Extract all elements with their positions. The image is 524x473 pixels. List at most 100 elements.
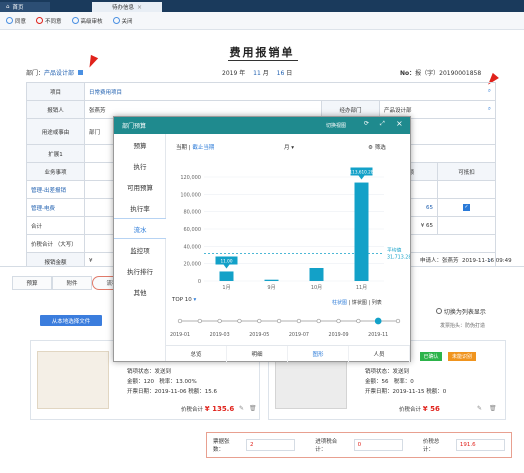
tab-overview[interactable]: 总览 <box>166 346 227 362</box>
bar <box>219 271 234 281</box>
average-value: 31,713.28 <box>387 255 410 261</box>
tab-attachments[interactable]: 附件 <box>52 276 92 290</box>
close-modal-icon[interactable]: × <box>396 119 403 128</box>
period-switch[interactable]: 当期 | 截止当期 <box>176 143 214 151</box>
timeline-label: 2019-05 <box>249 332 269 338</box>
switch-view-link[interactable]: 切换视图 <box>326 122 346 129</box>
close-tab-icon[interactable]: × <box>137 4 142 11</box>
modal-title: 部门预算 <box>122 123 147 130</box>
y-tick-label: 120,000 <box>180 175 201 181</box>
toolbar: 同意 不同意 高级审核 关闭 <box>0 12 524 30</box>
disagree-button[interactable]: 不同意 <box>36 17 62 25</box>
search-icon[interactable]: ⌕ <box>488 88 491 95</box>
agree-icon <box>6 17 13 24</box>
filter-icon: ⚙ <box>368 145 373 151</box>
project-label: 项目 <box>26 82 85 101</box>
timeline-label: 2019-09 <box>329 332 349 338</box>
timeline-node[interactable] <box>374 317 382 325</box>
side-execution[interactable]: 执行 <box>114 155 166 176</box>
expand-icon[interactable]: ⤢ <box>380 120 385 128</box>
invoice-thumbnail[interactable] <box>37 351 109 409</box>
side-ranking[interactable]: 执行排行 <box>114 260 166 281</box>
advanced-review-button[interactable]: 高级审核 <box>71 17 103 25</box>
close-button[interactable]: 关闭 <box>112 17 133 25</box>
edit-icon[interactable]: ✎ <box>239 405 244 412</box>
timeline-label: 2019-11 <box>368 332 388 338</box>
form-number: No：报（字）20190001858 <box>400 70 482 77</box>
timeline-slider[interactable]: 2019-01 2019-03 2019-05 2019-07 2019-09 2019-… <box>166 311 410 341</box>
x-tick-label: 9月 <box>267 285 275 291</box>
invoice-2-details: 销项状态：发送到 金额：56 税率：0 开票日期：2019-11-15 税额：0 <box>365 369 447 395</box>
project-field[interactable]: 日常费用项目 ⌕ <box>84 82 496 101</box>
biz-item-header: 业务事项 <box>26 162 85 181</box>
chart-view-switch[interactable]: 柱状图 | 饼状图 | 列表 <box>332 299 382 306</box>
bar <box>309 268 324 281</box>
dept-picker-icon[interactable] <box>77 70 83 75</box>
biz-row-2[interactable]: 管理-电费 <box>26 198 85 217</box>
side-exec-rate[interactable]: 执行率 <box>114 197 166 218</box>
input-tax-total: 0 <box>353 439 403 451</box>
bar <box>354 182 369 281</box>
timeline-node[interactable] <box>395 318 401 324</box>
y-tick-label: 0 <box>198 279 201 285</box>
total-label: 合计 <box>26 216 85 235</box>
search-icon[interactable]: ⌕ <box>488 106 491 113</box>
deduct-checkbox[interactable]: ✓ <box>437 198 496 217</box>
y-tick-label: 60,000 <box>184 227 202 233</box>
timeline-node[interactable] <box>217 318 222 324</box>
local-upload-button[interactable]: 从本地选择文件 <box>40 315 102 326</box>
edit-icon[interactable]: ✎ <box>477 405 482 412</box>
biz-row-1[interactable]: 管理-出差报销 <box>26 180 85 199</box>
timeline-node[interactable] <box>197 318 202 324</box>
tab-people[interactable]: 人员 <box>349 346 410 362</box>
timeline-node[interactable] <box>257 318 262 324</box>
side-flow[interactable]: 流水 <box>114 218 166 239</box>
tab-detail[interactable]: 明细 <box>227 346 288 362</box>
tab-home[interactable]: ⌂ 首页 <box>0 2 50 12</box>
side-other[interactable]: 其他 <box>114 281 166 302</box>
tab-graph[interactable]: 图形 <box>288 346 349 362</box>
ext1-label: 扩展1 <box>26 144 85 163</box>
timeline-label: 2019-07 <box>289 332 309 338</box>
delete-icon[interactable]: 🗑 <box>249 405 257 412</box>
confirmed-badge: 已确认 <box>420 352 442 361</box>
side-available[interactable]: 可用预算 <box>114 176 166 197</box>
timeline-node[interactable] <box>237 318 242 324</box>
purpose-label: 用途或事由 <box>26 118 85 145</box>
modal-header: 部门预算 切换视图 ⟳ ⤢ × <box>114 117 410 134</box>
switch-list-link[interactable]: 切换为列表显示 <box>436 307 486 316</box>
timeline-node[interactable] <box>336 318 341 324</box>
side-budget[interactable]: 预算 <box>114 134 166 155</box>
dept-value[interactable]: 产品设计部 <box>44 70 74 77</box>
bar-data-label: 113,610.28 <box>350 170 374 175</box>
bar <box>264 279 279 281</box>
toggle-icon <box>436 308 442 314</box>
timeline-node[interactable] <box>356 318 361 324</box>
average-label: 平均值 <box>387 247 402 254</box>
side-monitor[interactable]: 监控项 <box>114 239 166 260</box>
top10-select[interactable]: TOP 10 ▾ <box>172 297 196 303</box>
modal-bottom-tabs: 总览 明细 图形 人员 <box>166 345 410 362</box>
price-tax-total: 191.6 <box>455 439 506 451</box>
invoice-1-details: 销项状态：发送到 金额：120 税率：13.00% 开票日期：2019-11-0… <box>127 369 217 395</box>
y-tick-label: 20,000 <box>184 262 202 268</box>
dept-header: 部门：产品设计部 <box>26 68 83 77</box>
y-tick-label: 40,000 <box>184 244 202 250</box>
window-tab-bar: ⌂ 首页 待办信息 × <box>0 0 524 12</box>
delete-icon[interactable]: 🗑 <box>489 405 497 412</box>
timeline-node[interactable] <box>177 318 183 324</box>
unit-select[interactable]: 月 ▾ <box>284 143 294 151</box>
y-tick-label: 80,000 <box>184 210 202 216</box>
filter-button[interactable]: ⚙ 筛选 <box>368 143 386 151</box>
tab-budget[interactable]: 预算 <box>12 276 52 290</box>
timeline-node[interactable] <box>316 318 321 324</box>
agree-button[interactable]: 同意 <box>6 17 26 25</box>
invoice-head: 发票抬头：防伪打造 <box>440 323 486 329</box>
refresh-icon[interactable]: ⟳ <box>364 120 369 127</box>
timeline-label: 2019-03 <box>210 332 230 338</box>
dept-budget-modal: 部门预算 切换视图 ⟳ ⤢ × 预算 执行 可用预算 执行率 流水 监控项 执行… <box>113 116 411 362</box>
timeline-node[interactable] <box>276 318 282 324</box>
tab-todo[interactable]: 待办信息 × <box>92 2 162 12</box>
title-underline <box>228 60 298 61</box>
timeline-node[interactable] <box>296 318 302 324</box>
